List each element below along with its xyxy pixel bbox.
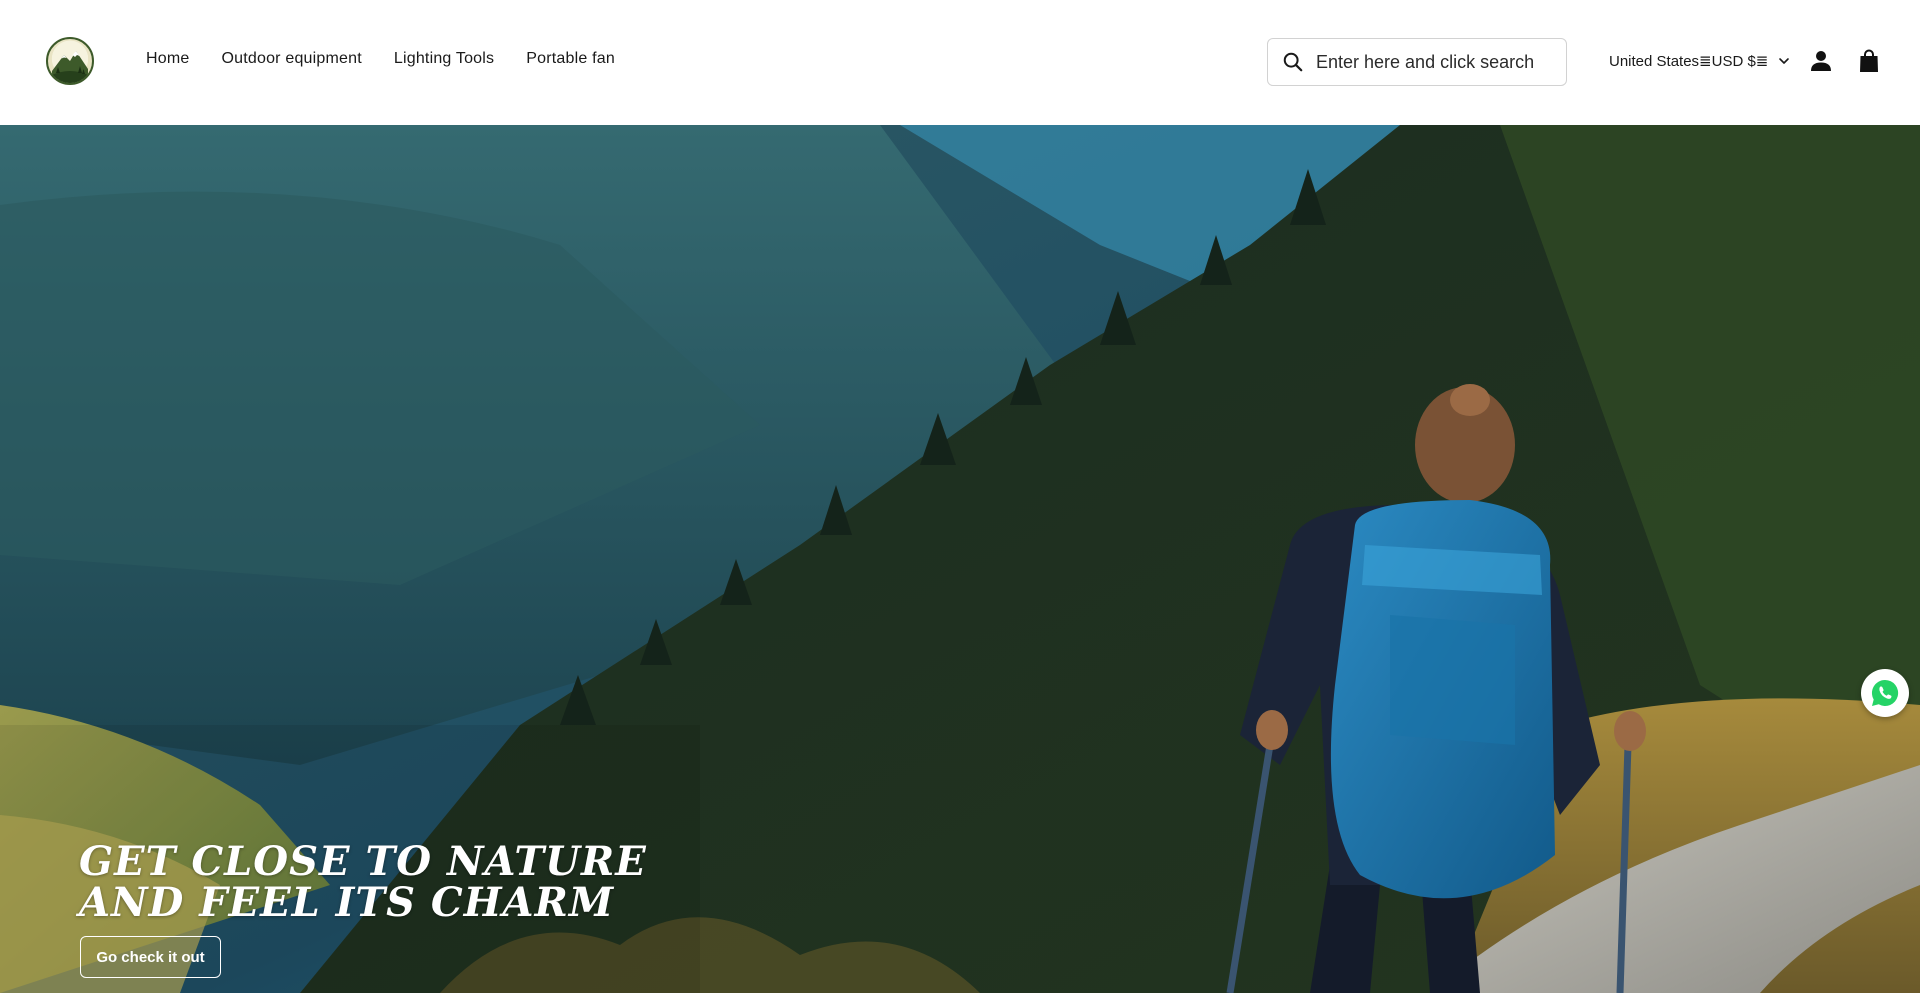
go-check-it-out-button[interactable]: Go check it out: [80, 936, 221, 978]
locale-label: United States≣USD $≣: [1609, 53, 1769, 70]
hero-title-line-2: AND FEEL ITS CHARM: [79, 878, 615, 926]
nav-lighting-tools[interactable]: Lighting Tools: [394, 50, 494, 68]
search-icon[interactable]: [1282, 51, 1304, 73]
nav-home[interactable]: Home: [146, 50, 189, 68]
nav-outdoor-equipment[interactable]: Outdoor equipment: [221, 50, 361, 68]
hero-title-line-1: GET CLOSE TO NATURE: [79, 837, 647, 885]
hero-banner: GET CLOSE TO NATURE AND FEEL ITS CHARM G…: [0, 125, 1920, 993]
chevron-down-icon: [1779, 58, 1790, 64]
main-nav: Home Outdoor equipment Lighting Tools Po…: [146, 50, 615, 68]
whatsapp-icon: [1871, 679, 1899, 706]
whatsapp-button[interactable]: [1861, 669, 1909, 717]
mountain-logo-icon[interactable]: [46, 37, 94, 85]
hero-title: GET CLOSE TO NATURE AND FEEL ITS CHARM: [79, 837, 647, 926]
nav-portable-fan[interactable]: Portable fan: [526, 50, 615, 68]
search-input[interactable]: [1316, 51, 1546, 73]
site-header: Home Outdoor equipment Lighting Tools Po…: [0, 0, 1920, 125]
search-box[interactable]: [1267, 38, 1567, 86]
account-icon[interactable]: [1810, 50, 1832, 72]
shopping-bag-icon[interactable]: [1859, 49, 1879, 73]
country-currency-selector[interactable]: United States≣USD $≣: [1609, 52, 1790, 70]
